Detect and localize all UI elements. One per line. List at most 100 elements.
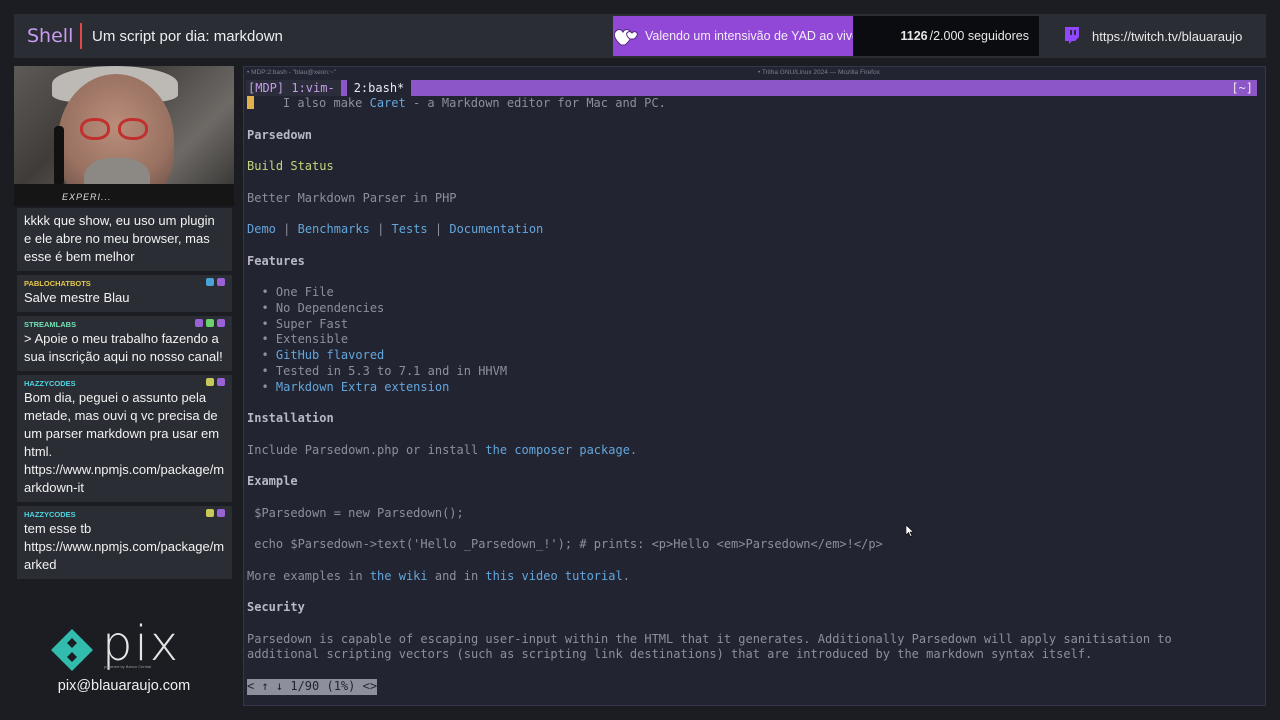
terminal-line: Better Markdown Parser in PHP [247,191,1265,207]
terminal-line: • Markdown Extra extension [247,380,1265,396]
badge-icon [206,319,214,327]
badge-icon [195,319,203,327]
tmux-tab-bash[interactable]: 2:bash* [346,80,412,96]
badge-icon [206,378,214,386]
markdown-link[interactable]: the wiki [370,569,428,583]
chat-text: > Apoie o meu trabalho fazendo a sua ins… [24,331,223,364]
webcam-glasses [80,118,110,140]
hearts-icon [613,16,641,56]
terminal-text: | [369,222,392,236]
terminal-text: . [622,568,630,583]
markdown-preview: I also make Caret - a Markdown editor fo… [244,96,1265,695]
markdown-link[interactable]: Tests [392,222,428,236]
terminal-line: • No Dependencies [247,301,1265,317]
pix-donation: pix powered by Banco Central pix@blauara… [14,620,234,700]
stream-header: Shell Um script por dia: markdown Valend… [14,14,1266,58]
terminal-line: Include Parsedown.php or install the com… [247,443,1265,459]
terminal-text: More examples in [247,568,370,583]
terminal-line: Build Status [247,159,1265,175]
markdown-link[interactable]: this video tutorial [485,569,622,583]
pager-status: < ↑ ↓ 1/90 (1%) <> [247,678,378,695]
terminal-text: Build Status [247,159,334,173]
terminal-text: echo $Parsedown->text('Hello _Parsedown_… [247,537,883,551]
terminal-line: • One File [247,285,1265,301]
terminal-line: • Super Fast [247,317,1265,333]
terminal-window[interactable]: • MDP:2:bash - "blau@xeon:~" • Trilha GN… [243,66,1266,706]
chat-message: STREAMLABS > Apoie o meu trabalho fazendo… [17,316,232,371]
terminal-text: I also make [254,96,370,110]
terminal-line: • Tested in 5.3 to 7.1 and in HHVM [247,364,1265,380]
chat-message: HAZZYCODES Bom dia, peguei o assunto pela… [17,375,232,502]
twitch-url: https://twitch.tv/blauaraujo [1092,28,1243,44]
twitch-link[interactable]: https://twitch.tv/blauaraujo [1064,14,1242,58]
markdown-link[interactable]: the composer package [485,443,630,457]
pix-logo-icon [50,628,94,672]
markdown-heading: Installation [247,411,334,425]
terminal-line: < ↑ ↓ 1/90 (1%) <> [247,678,1265,695]
chat-username: HAZZYCODES [24,510,76,519]
markdown-link[interactable]: Caret [370,96,406,110]
markdown-link[interactable]: Benchmarks [298,222,370,236]
follower-goal-text: /2.000 seguidores [929,29,1029,43]
chat-username: HAZZYCODES [24,379,76,388]
pix-wordmark: pix [102,616,181,672]
pix-email: pix@blauaraujo.com [57,678,191,694]
badge-icon [217,509,225,517]
pix-tagline: powered by Banco Central [104,664,152,669]
terminal-line: • GitHub flavored [247,348,1265,364]
markdown-heading: Example [247,474,298,488]
chat-badges [206,378,225,386]
tmux-status-bar: [MDP] 1:vim- 2:bash* [~] [246,80,1257,96]
chat-text: tem esse tb https://www.npmjs.com/packag… [24,521,225,572]
markdown-link[interactable]: Documentation [449,222,543,236]
badge-icon [217,319,225,327]
terminal-line: Parsedown [247,128,1265,144]
stream-title: Um script por dia: markdown [92,27,283,45]
chat-message: kkkk que show, eu uso um plugin e ele ab… [17,208,232,271]
terminal-line: Parsedown is capable of escaping user-in… [247,632,1265,648]
terminal-text: additional scripting vectors (such as sc… [247,647,1093,662]
terminal-text: Better Markdown Parser in PHP [247,190,457,205]
window-title-left: • MDP:2:bash - "blau@xeon:~" [247,69,336,76]
text-cursor [247,96,254,109]
terminal-line: Example [247,474,1265,490]
terminal-text: - a Markdown editor for Mac and PC. [405,96,666,110]
terminal-text: Parsedown is capable of escaping user-in… [247,631,1172,646]
terminal-text: . [629,442,638,457]
promo-banner: Valendo um intensivão de YAD ao vivo [613,16,859,56]
window-titlebar: • MDP:2:bash - "blau@xeon:~" • Trilha GN… [244,67,1265,80]
chat-username: PABLOCHATBOTS [24,279,91,288]
chat-badges [195,319,225,327]
terminal-line: Features [247,254,1265,270]
terminal-text: • Extensible [247,332,349,347]
markdown-link[interactable]: Markdown Extra extension [276,380,449,394]
mouse-cursor-icon [905,524,915,537]
terminal-line: I also make Caret - a Markdown editor fo… [247,96,1265,112]
badge-icon [217,278,225,286]
promo-text: Valendo um intensivão de YAD ao vivo [645,29,860,43]
terminal-line: Installation [247,411,1265,427]
chat-text: Salve mestre Blau [24,290,130,305]
terminal-line: $Parsedown = new Parsedown(); [247,506,1265,522]
webcam-glasses [118,118,148,140]
terminal-line: • Extensible [247,332,1265,348]
chat-message: PABLOCHATBOTS Salve mestre Blau [17,275,232,312]
terminal-line: Demo | Benchmarks | Tests | Documentatio… [247,222,1265,238]
markdown-link[interactable]: GitHub flavored [276,348,384,362]
webcam-feed: EXPERI... [14,66,234,206]
markdown-link[interactable]: Demo [247,222,276,236]
terminal-text: • [247,348,276,362]
tmux-tab-vim[interactable]: [MDP] 1:vim- [246,80,341,96]
terminal-line: additional scripting vectors (such as sc… [247,647,1265,663]
follower-count: 1126 [900,29,928,43]
